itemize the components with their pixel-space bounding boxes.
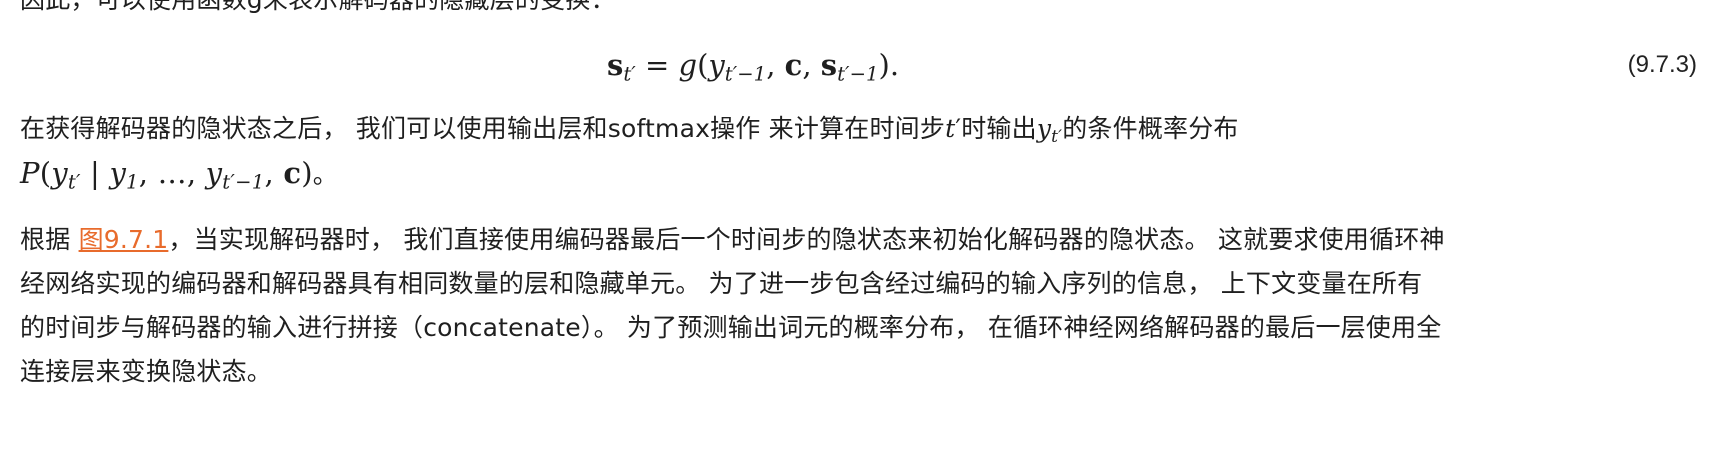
figure-reference-link[interactable]: 图9.7.1 bbox=[79, 225, 169, 254]
paragraph-2-line-2: 经网络实现的编码器和解码器具有相同数量的层和隐藏单元。 为了进一步包含经过编码的… bbox=[20, 269, 1423, 298]
equation-formula: st′ = g(yt′−1, c, st′−1). bbox=[607, 40, 899, 90]
math-t: t′ bbox=[945, 114, 962, 143]
eq-arg3: s bbox=[820, 48, 838, 82]
eq-comma2: , bbox=[802, 48, 821, 82]
eq-lhs-symbol: s bbox=[607, 48, 624, 82]
para1-text-c: 的条件概率分布 bbox=[1062, 114, 1239, 143]
document-page: 因此，可以使用函数g来表示解码器的隐藏层的变换： st′ = g(yt′−1, … bbox=[0, 0, 1721, 451]
eq-equals: = bbox=[635, 48, 679, 82]
eq-lhs-sub: t′ bbox=[623, 62, 636, 86]
paragraph-2-line-1: 根据 图9.7.1，当实现解码器时， 我们直接使用编码器最后一个时间步的隐状态来… bbox=[20, 218, 1445, 262]
eq-open-paren: ( bbox=[697, 48, 709, 82]
eq-func: g bbox=[678, 48, 698, 82]
para2-lead: 根据 bbox=[20, 225, 79, 254]
formula-p: P bbox=[20, 156, 40, 190]
equation-number: (9.7.3) bbox=[1627, 51, 1697, 78]
eq-arg2: c bbox=[784, 48, 803, 82]
eq-arg3-sub: t′−1 bbox=[837, 62, 879, 86]
eq-close: ). bbox=[878, 48, 900, 82]
paragraph-1-line-1: 在获得解码器的隐状态之后， 我们可以使用输出层和softmax操作 来计算在时间… bbox=[20, 107, 1239, 151]
paragraph-2-line-4: 连接层来变换隐状态。 bbox=[20, 357, 273, 386]
clipped-previous-line: 因此，可以使用函数g来表示解码器的隐藏层的变换： bbox=[20, 0, 616, 22]
equation-block: st′ = g(yt′−1, c, st′−1). (9.7.3) bbox=[0, 40, 1721, 90]
para2-line1-rest: ，当实现解码器时， 我们直接使用编码器最后一个时间步的隐状态来初始化解码器的隐状… bbox=[168, 225, 1445, 254]
para1-text-a: 在获得解码器的隐状态之后， 我们可以使用输出层和softmax操作 来计算在时间… bbox=[20, 114, 946, 143]
eq-arg1-sub: t′−1 bbox=[724, 62, 767, 86]
probability-formula: P(yt′ | y1, …, yt′−1, c)。 bbox=[20, 156, 338, 194]
para1-text-b: 时输出 bbox=[961, 114, 1037, 143]
paragraph-2-line-3: 的时间步与解码器的输入进行拼接（concatenate）。 为了预测输出词元的概… bbox=[20, 313, 1442, 342]
math-y-t: yt′ bbox=[1036, 114, 1063, 147]
eq-arg1: y bbox=[708, 48, 725, 82]
eq-comma1: , bbox=[766, 48, 785, 82]
